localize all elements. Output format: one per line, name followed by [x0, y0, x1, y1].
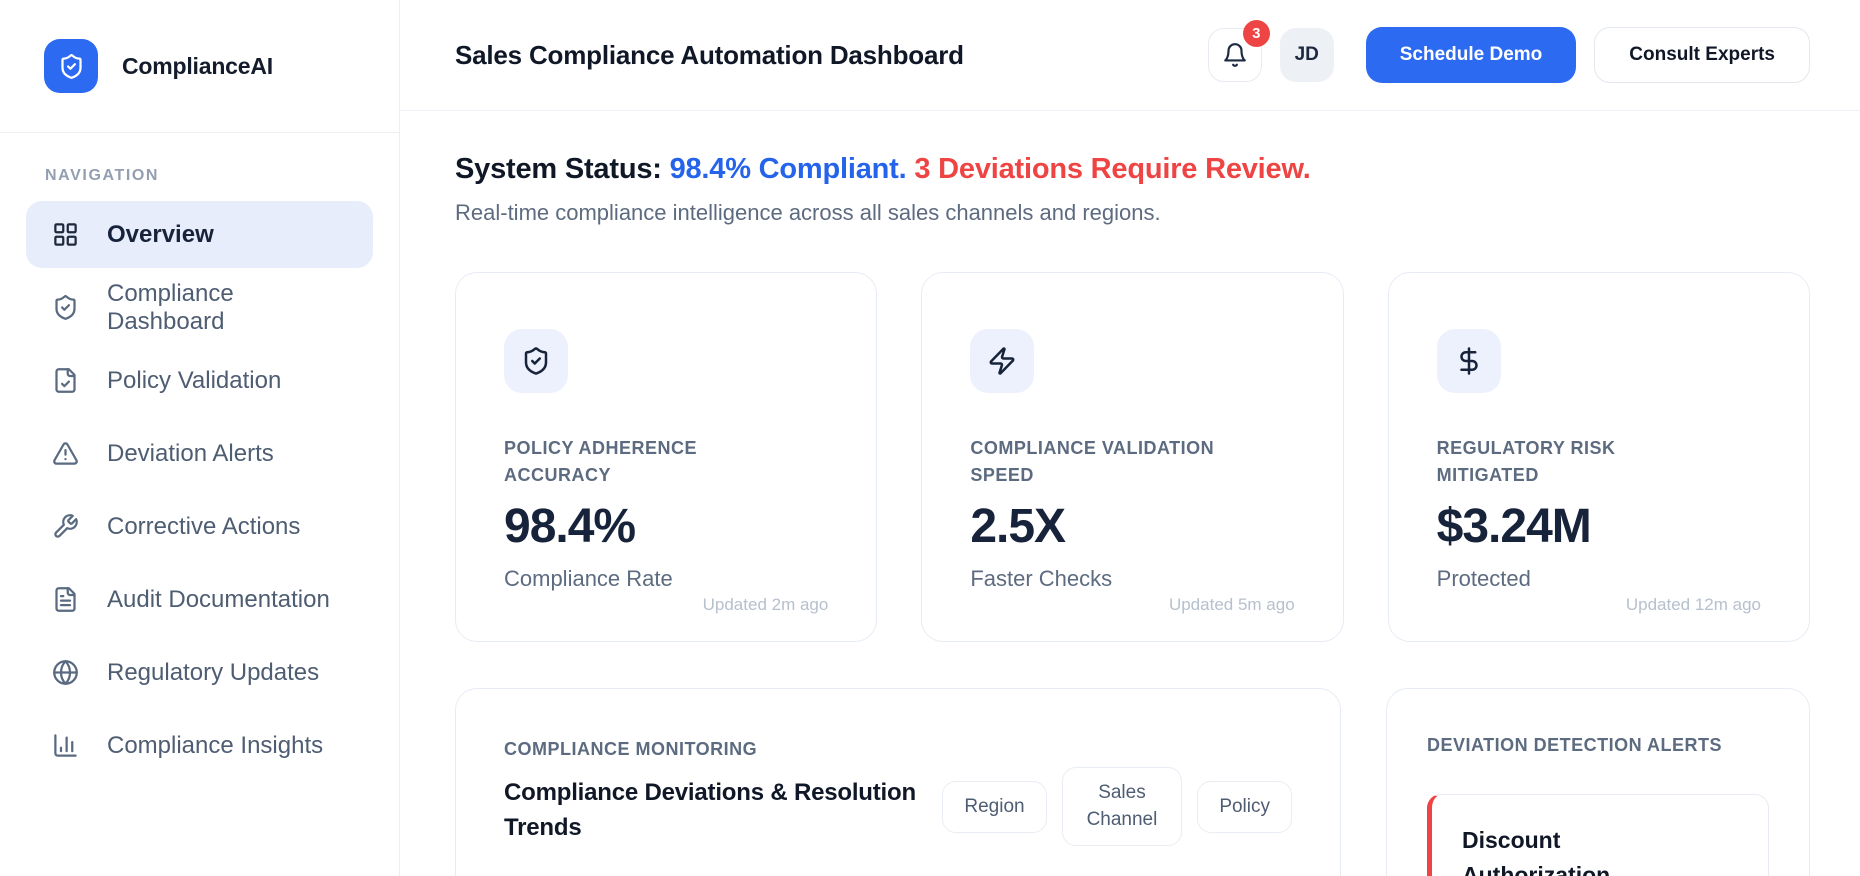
- sidebar: ComplianceAI NAVIGATION Overview Complia…: [0, 0, 400, 876]
- stat-sub: Compliance Rate: [504, 566, 673, 592]
- stat-card-risk-mitigated: REGULATORY RISK MITIGATED $3.24M Protect…: [1387, 272, 1810, 643]
- main-area: Sales Compliance Automation Dashboard 3 …: [400, 0, 1860, 876]
- page-title: Sales Compliance Automation Dashboard: [455, 39, 964, 70]
- sidebar-item-label: Audit Documentation: [107, 585, 330, 613]
- status-subtitle: Real-time compliance intelligence across…: [455, 200, 1161, 226]
- sidebar-nav: Overview Compliance Dashboard Policy Val…: [0, 201, 399, 779]
- dashboard-grid-icon: [52, 221, 79, 248]
- sidebar-item-policy-validation[interactable]: Policy Validation: [26, 347, 373, 414]
- system-status-heading: System Status: 98.4% Compliant. 3 Deviat…: [455, 151, 1810, 187]
- compliance-monitoring-panel: COMPLIANCE MONITORING Compliance Deviati…: [455, 688, 1341, 876]
- sidebar-item-regulatory-updates[interactable]: Regulatory Updates: [26, 639, 373, 706]
- filter-group: Region Sales Channel Policy: [942, 767, 1292, 847]
- topbar: Sales Compliance Automation Dashboard 3 …: [400, 0, 1860, 111]
- sidebar-item-corrective-actions[interactable]: Corrective Actions: [26, 493, 373, 560]
- wrench-icon: [52, 513, 79, 540]
- alert-title: Discount Authorization: [1462, 827, 1611, 876]
- sidebar-item-compliance-dashboard[interactable]: Compliance Dashboard: [26, 274, 373, 341]
- avatar[interactable]: JD: [1279, 28, 1334, 82]
- sidebar-item-label: Compliance Insights: [107, 731, 324, 759]
- shield-check-icon: [504, 329, 568, 394]
- sidebar-item-label: Policy Validation: [107, 366, 282, 394]
- stat-value: 98.4%: [504, 500, 636, 554]
- topbar-actions: 3 JD Schedule Demo Consult Experts: [1207, 20, 1810, 83]
- content: System Status: 98.4% Compliant. 3 Deviat…: [400, 111, 1860, 876]
- filter-sales-channel-button[interactable]: Sales Channel: [1061, 767, 1183, 847]
- stat-sub: Faster Checks: [970, 566, 1113, 592]
- dollar-icon: [1436, 329, 1501, 394]
- bar-chart-icon: [52, 732, 79, 759]
- stat-label: POLICY ADHERENCE ACCURACY: [504, 438, 698, 486]
- stat-sub: Protected: [1436, 566, 1531, 592]
- sidebar-item-deviation-alerts[interactable]: Deviation Alerts: [26, 420, 373, 487]
- stat-value: $3.24M: [1436, 500, 1592, 554]
- alerts-eyebrow: DEVIATION DETECTION ALERTS: [1427, 735, 1723, 756]
- status-prefix: System Status:: [455, 153, 670, 185]
- filter-policy-button[interactable]: Policy: [1197, 780, 1292, 834]
- status-compliant: 98.4% Compliant.: [669, 153, 915, 185]
- globe-icon: [52, 659, 79, 686]
- shield-logo-icon: [44, 39, 98, 93]
- stats-row: POLICY ADHERENCE ACCURACY 98.4% Complian…: [455, 272, 1810, 643]
- stat-updated: Updated 2m ago: [702, 595, 829, 615]
- stat-card-validation-speed: COMPLIANCE VALIDATION SPEED 2.5X Faster …: [921, 272, 1344, 643]
- sidebar-item-label: Compliance Dashboard: [107, 279, 234, 335]
- file-text-icon: [52, 586, 79, 613]
- stat-value: 2.5X: [970, 500, 1066, 554]
- nav-section-label: NAVIGATION: [45, 167, 160, 184]
- shield-check-icon: [52, 294, 79, 321]
- sidebar-item-label: Overview: [107, 220, 214, 248]
- stat-label: COMPLIANCE VALIDATION SPEED: [970, 438, 1215, 486]
- sidebar-item-compliance-insights[interactable]: Compliance Insights: [26, 712, 373, 779]
- sidebar-item-audit-documentation[interactable]: Audit Documentation: [26, 566, 373, 633]
- stat-updated: Updated 12m ago: [1625, 595, 1761, 615]
- notifications-button[interactable]: 3: [1207, 20, 1270, 82]
- monitoring-title: Compliance Deviations & Resolution Trend…: [504, 779, 916, 842]
- file-check-icon: [52, 367, 79, 394]
- filter-region-button[interactable]: Region: [942, 780, 1047, 834]
- notification-badge: 3: [1242, 20, 1270, 47]
- zap-icon: [970, 329, 1035, 394]
- consult-experts-button[interactable]: Consult Experts: [1594, 27, 1810, 83]
- app-root: ComplianceAI NAVIGATION Overview Complia…: [0, 0, 1860, 876]
- sidebar-item-label: Deviation Alerts: [107, 439, 274, 467]
- status-alert: 3 Deviations Require Review.: [914, 153, 1311, 185]
- sidebar-item-label: Regulatory Updates: [107, 658, 320, 686]
- bell-icon: [1222, 42, 1248, 68]
- schedule-demo-button[interactable]: Schedule Demo: [1365, 27, 1577, 83]
- stat-card-policy-adherence: POLICY ADHERENCE ACCURACY 98.4% Complian…: [455, 272, 878, 643]
- sidebar-item-overview[interactable]: Overview: [26, 201, 373, 268]
- brand-header: ComplianceAI: [0, 0, 399, 133]
- monitoring-eyebrow: COMPLIANCE MONITORING: [504, 739, 758, 760]
- stat-label: REGULATORY RISK MITIGATED: [1436, 438, 1616, 486]
- alert-card[interactable]: Discount Authorization: [1427, 794, 1769, 876]
- stat-updated: Updated 5m ago: [1168, 595, 1295, 615]
- alert-triangle-icon: [52, 440, 79, 467]
- panels-row: COMPLIANCE MONITORING Compliance Deviati…: [455, 688, 1810, 876]
- deviation-alerts-panel: DEVIATION DETECTION ALERTS Discount Auth…: [1386, 688, 1810, 876]
- brand-name: ComplianceAI: [122, 52, 273, 79]
- sidebar-item-label: Corrective Actions: [107, 512, 301, 540]
